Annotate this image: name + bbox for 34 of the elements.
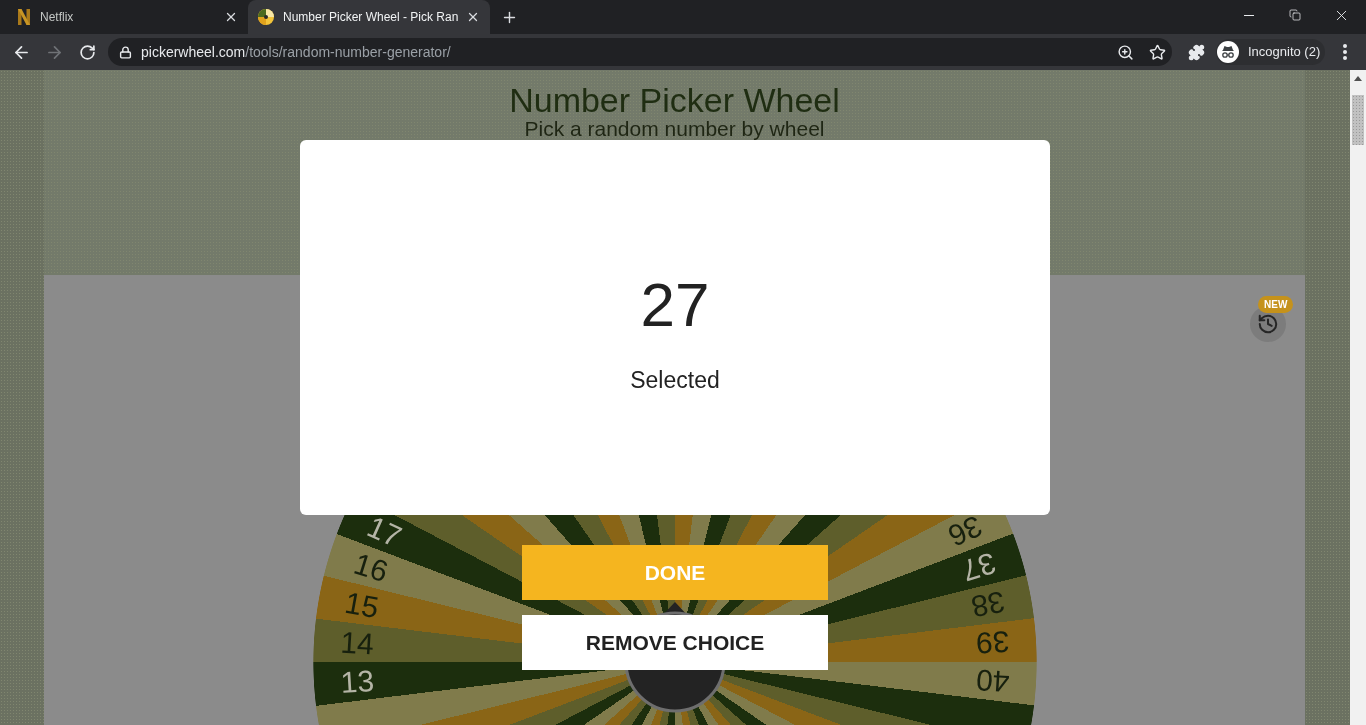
- scrollbar[interactable]: [1350, 70, 1366, 725]
- close-icon[interactable]: [224, 10, 238, 24]
- wheel-number: 38: [968, 585, 1007, 624]
- page-title: Number Picker Wheel: [509, 82, 840, 118]
- new-badge: NEW: [1258, 296, 1294, 313]
- minimize-icon: [1244, 14, 1254, 16]
- incognito-icon: [1217, 41, 1239, 63]
- browser-tab[interactable]: Number Picker Wheel - Pick Ran: [248, 0, 490, 34]
- reload-icon: [78, 43, 96, 61]
- zoom-in-icon: [1116, 43, 1134, 61]
- history-icon: [1257, 313, 1279, 335]
- close-icon[interactable]: [466, 10, 480, 24]
- wheel-number: 14: [339, 625, 375, 661]
- result-caption: Selected: [630, 366, 720, 395]
- scroll-up-arrow-icon[interactable]: [1354, 76, 1362, 81]
- page-subtitle: Pick a random number by wheel: [524, 118, 825, 139]
- address-bar[interactable]: pickerwheel.com/tools/random-number-generator/: [108, 38, 1172, 66]
- puzzle-icon: [1187, 43, 1205, 61]
- restore-icon: [1289, 9, 1301, 21]
- tab-favicon-icon: [18, 9, 30, 25]
- wheel-number: 39: [974, 625, 1010, 661]
- star-icon: [1148, 43, 1166, 61]
- lock-icon: [119, 45, 132, 59]
- url-path: /tools/random-number-generator/: [245, 42, 451, 62]
- url-domain: pickerwheel.com: [141, 42, 246, 62]
- scrollbar-thumb[interactable]: [1352, 95, 1364, 145]
- wheel-number: 40: [974, 663, 1010, 699]
- remove-choice-button[interactable]: REMOVE CHOICE: [522, 615, 828, 670]
- wheel-number: 13: [339, 663, 375, 699]
- profile-button[interactable]: Incognito (2): [1216, 39, 1325, 65]
- result-number: 27: [640, 270, 710, 340]
- tab-favicon-icon: [258, 9, 274, 25]
- browser-tab[interactable]: Netflix: [8, 0, 248, 34]
- menu-icon: [1343, 44, 1347, 60]
